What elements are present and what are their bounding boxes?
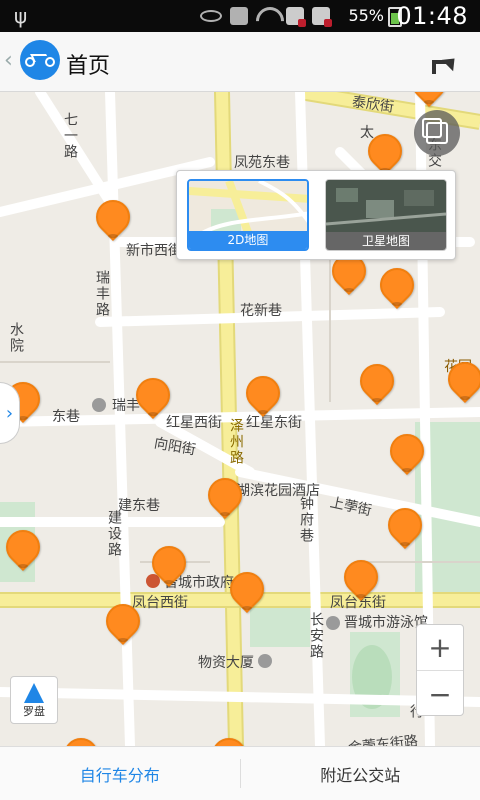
eye-icon xyxy=(200,10,222,22)
road-label-ruifeng: 瑞丰路 xyxy=(94,270,110,318)
layer-option-satellite[interactable]: 卫星地图 xyxy=(325,179,447,251)
map-view[interactable]: 七一路 泰欣街 太 东交 凤苑东巷 新市西街 瑞丰路 花新巷 水院 花园 东巷 … xyxy=(0,92,480,746)
bike-station-pin[interactable] xyxy=(144,538,194,590)
road-label-huaxin: 花新巷 xyxy=(240,303,282,319)
clock: 01:48 xyxy=(396,2,468,30)
road-label-fengtaixi: 凤台西街 xyxy=(132,595,188,611)
compass-button[interactable]: 罗盘 xyxy=(10,676,58,724)
bike-station-pin[interactable] xyxy=(440,354,480,406)
bike-station-pin[interactable] xyxy=(56,730,106,746)
road-label-jiandong: 建东巷 xyxy=(118,498,160,514)
mute-icon xyxy=(230,7,248,25)
route-icon[interactable] xyxy=(428,50,461,74)
sim-icon xyxy=(286,7,306,27)
bike-station-pin[interactable] xyxy=(98,596,148,648)
page-title: 首页 xyxy=(66,54,111,79)
tab-bike-distribution[interactable]: 自行车分布 xyxy=(0,747,240,800)
back-chevron-icon[interactable]: ‹ xyxy=(4,46,18,76)
bike-station-pin[interactable] xyxy=(336,552,386,604)
bike-station-pin[interactable] xyxy=(382,426,432,478)
bike-logo-icon[interactable] xyxy=(20,40,60,80)
wifi-icon xyxy=(256,7,278,25)
bike-station-pin[interactable] xyxy=(0,522,48,574)
status-bar: ψ 55% 01:48 xyxy=(0,0,480,32)
zoom-controls: + − xyxy=(416,624,464,716)
bike-station-pin[interactable] xyxy=(380,500,430,552)
layers-icon xyxy=(422,118,448,144)
layer-option-2d[interactable]: 2D地图 xyxy=(187,179,309,251)
usb-icon: ψ xyxy=(14,4,28,28)
chevron-right-icon: › xyxy=(5,402,14,424)
poi-marker[interactable] xyxy=(326,616,340,630)
bike-station-pin[interactable] xyxy=(128,370,178,422)
poi-marker[interactable] xyxy=(258,654,272,668)
satellite-thumbnail xyxy=(326,180,446,234)
road-label-fengyuan: 凤苑东巷 xyxy=(234,155,290,171)
road-label-hongxingxi: 红星西街 xyxy=(166,415,222,431)
layer-satellite-label: 卫星地图 xyxy=(326,232,446,250)
bottom-nav: 自行车分布 附近公交站 xyxy=(0,746,480,800)
road-label-changan: 长安路 xyxy=(308,612,324,660)
bike-station-pin[interactable] xyxy=(352,356,402,408)
compass-label: 罗盘 xyxy=(23,705,45,718)
road-label-zezhou: 泽州路 xyxy=(228,418,244,466)
battery-percent: 55% xyxy=(348,6,384,25)
road-label-qiyilu: 七一路 xyxy=(62,112,78,160)
map-layers-popup: 2D地图 卫星地图 xyxy=(176,170,456,260)
poi-marker[interactable] xyxy=(92,398,106,412)
zoom-out-button[interactable]: − xyxy=(417,671,463,717)
road-label-jianshe: 建设路 xyxy=(106,510,122,558)
bike-station-pin[interactable] xyxy=(324,246,374,298)
compass-icon xyxy=(24,683,44,703)
bike-station-pin[interactable] xyxy=(88,192,138,244)
road-label-dongxiang: 东巷 xyxy=(52,409,80,425)
bike-station-pin[interactable] xyxy=(222,564,272,616)
road-label-zhongfu: 钟府巷 xyxy=(298,496,314,544)
sim2-icon xyxy=(312,7,332,27)
layer-2d-label: 2D地图 xyxy=(189,231,307,249)
area-label-shuiyuan: 水院 xyxy=(8,322,24,354)
layers-button[interactable] xyxy=(414,110,460,156)
bike-station-pin[interactable] xyxy=(372,260,422,312)
bike-station-pin[interactable] xyxy=(238,368,288,420)
bike-station-pin[interactable] xyxy=(204,730,254,746)
status-icons xyxy=(200,6,332,27)
tab-nearby-bus-stops[interactable]: 附近公交站 xyxy=(241,747,480,800)
map-2d-thumbnail xyxy=(189,181,307,235)
top-bar: ‹ 首页 xyxy=(0,32,480,92)
poi-label-wuzi: 物资大厦 xyxy=(198,655,254,671)
bike-station-pin[interactable] xyxy=(404,92,454,110)
bike-icon xyxy=(25,51,55,69)
road-label-xinshi: 新市西街 xyxy=(126,243,182,259)
zoom-in-button[interactable]: + xyxy=(417,625,463,671)
bike-station-pin[interactable] xyxy=(200,470,250,522)
